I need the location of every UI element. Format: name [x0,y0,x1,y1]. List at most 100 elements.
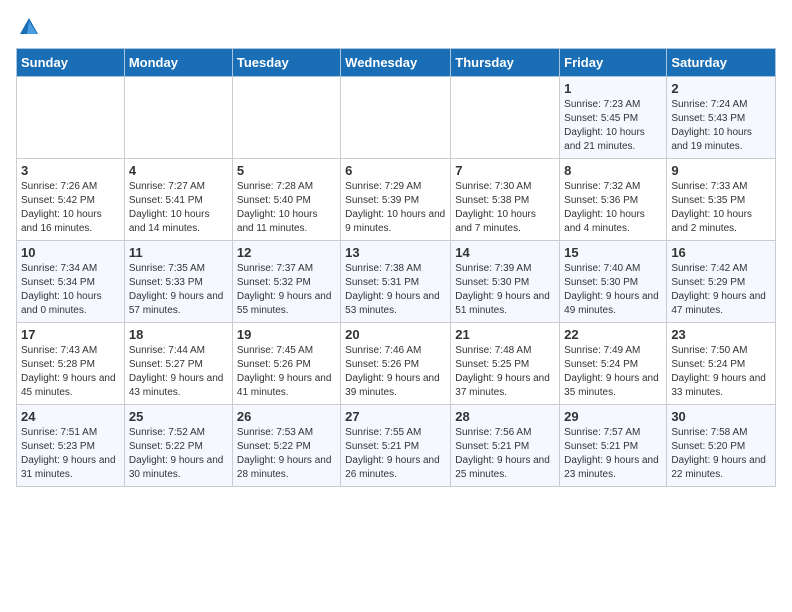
day-info: Sunrise: 7:33 AM Sunset: 5:35 PM Dayligh… [671,180,771,236]
day-number: 3 [21,163,120,178]
day-info: Sunrise: 7:24 AM Sunset: 5:43 PM Dayligh… [671,98,771,154]
day-info: Sunrise: 7:52 AM Sunset: 5:22 PM Dayligh… [129,426,228,482]
calendar-cell: 5 Sunrise: 7:28 AM Sunset: 5:40 PM Daylig… [232,159,340,241]
calendar-cell: 18 Sunrise: 7:44 AM Sunset: 5:27 PM Dayli… [124,323,232,405]
day-number: 16 [671,245,771,260]
weekday-header-monday: Monday [124,49,232,77]
header [16,16,776,38]
day-number: 19 [237,327,336,342]
day-info: Sunrise: 7:27 AM Sunset: 5:41 PM Dayligh… [129,180,228,236]
calendar-week-row: 17 Sunrise: 7:43 AM Sunset: 5:28 PM Dayli… [17,323,776,405]
day-number: 4 [129,163,228,178]
day-info: Sunrise: 7:55 AM Sunset: 5:21 PM Dayligh… [345,426,446,482]
day-info: Sunrise: 7:35 AM Sunset: 5:33 PM Dayligh… [129,262,228,318]
calendar-cell: 17 Sunrise: 7:43 AM Sunset: 5:28 PM Dayli… [17,323,125,405]
logo [16,16,40,38]
day-number: 27 [345,409,446,424]
day-number: 21 [455,327,555,342]
day-info: Sunrise: 7:50 AM Sunset: 5:24 PM Dayligh… [671,344,771,400]
day-info: Sunrise: 7:58 AM Sunset: 5:20 PM Dayligh… [671,426,771,482]
day-number: 8 [564,163,662,178]
calendar-cell: 28Sunrise: 7:56 AM Sunset: 5:21 PM Dayli… [451,405,560,487]
day-info: Sunrise: 7:28 AM Sunset: 5:40 PM Dayligh… [237,180,336,236]
day-number: 29 [564,409,662,424]
day-number: 9 [671,163,771,178]
day-info: Sunrise: 7:51 AM Sunset: 5:23 PM Dayligh… [21,426,120,482]
calendar-cell: 26 Sunrise: 7:53 AM Sunset: 5:22 PM Dayli… [232,405,340,487]
calendar-cell: 20Sunrise: 7:46 AM Sunset: 5:26 PM Dayli… [341,323,451,405]
day-info: Sunrise: 7:49 AM Sunset: 5:24 PM Dayligh… [564,344,662,400]
calendar-cell [124,77,232,159]
day-number: 11 [129,245,228,260]
calendar-cell: 15 Sunrise: 7:40 AM Sunset: 5:30 PM Dayli… [560,241,667,323]
day-number: 15 [564,245,662,260]
calendar-cell: 10 Sunrise: 7:34 AM Sunset: 5:34 PM Dayli… [17,241,125,323]
calendar-cell: 2 Sunrise: 7:24 AM Sunset: 5:43 PM Daylig… [667,77,776,159]
day-number: 23 [671,327,771,342]
day-number: 17 [21,327,120,342]
day-number: 22 [564,327,662,342]
calendar-cell: 22 Sunrise: 7:49 AM Sunset: 5:24 PM Dayli… [560,323,667,405]
weekday-header-sunday: Sunday [17,49,125,77]
calendar-cell [232,77,340,159]
calendar-cell: 9 Sunrise: 7:33 AM Sunset: 5:35 PM Daylig… [667,159,776,241]
weekday-header-friday: Friday [560,49,667,77]
day-info: Sunrise: 7:29 AM Sunset: 5:39 PM Dayligh… [345,180,446,236]
calendar-cell: 21 Sunrise: 7:48 AM Sunset: 5:25 PM Dayli… [451,323,560,405]
day-info: Sunrise: 7:34 AM Sunset: 5:34 PM Dayligh… [21,262,120,318]
day-number: 10 [21,245,120,260]
day-number: 28 [455,409,555,424]
day-info: Sunrise: 7:30 AM Sunset: 5:38 PM Dayligh… [455,180,555,236]
day-info: Sunrise: 7:40 AM Sunset: 5:30 PM Dayligh… [564,262,662,318]
day-info: Sunrise: 7:45 AM Sunset: 5:26 PM Dayligh… [237,344,336,400]
logo-icon [18,16,40,38]
calendar-week-row: 1 Sunrise: 7:23 AM Sunset: 5:45 PM Daylig… [17,77,776,159]
calendar-cell: 19 Sunrise: 7:45 AM Sunset: 5:26 PM Dayli… [232,323,340,405]
weekday-header-row: SundayMondayTuesdayWednesdayThursdayFrid… [17,49,776,77]
calendar-cell: 1 Sunrise: 7:23 AM Sunset: 5:45 PM Daylig… [560,77,667,159]
day-info: Sunrise: 7:26 AM Sunset: 5:42 PM Dayligh… [21,180,120,236]
day-info: Sunrise: 7:44 AM Sunset: 5:27 PM Dayligh… [129,344,228,400]
calendar-cell: 11 Sunrise: 7:35 AM Sunset: 5:33 PM Dayli… [124,241,232,323]
calendar-cell: 13 Sunrise: 7:38 AM Sunset: 5:31 PM Dayli… [341,241,451,323]
day-info: Sunrise: 7:48 AM Sunset: 5:25 PM Dayligh… [455,344,555,400]
calendar-cell [451,77,560,159]
weekday-header-wednesday: Wednesday [341,49,451,77]
calendar-cell: 24 Sunrise: 7:51 AM Sunset: 5:23 PM Dayli… [17,405,125,487]
day-number: 20 [345,327,446,342]
calendar-cell: 8Sunrise: 7:32 AM Sunset: 5:36 PM Daylig… [560,159,667,241]
calendar-cell: 25Sunrise: 7:52 AM Sunset: 5:22 PM Dayli… [124,405,232,487]
day-number: 26 [237,409,336,424]
day-number: 18 [129,327,228,342]
day-number: 1 [564,81,662,96]
day-info: Sunrise: 7:43 AM Sunset: 5:28 PM Dayligh… [21,344,120,400]
day-number: 13 [345,245,446,260]
day-info: Sunrise: 7:23 AM Sunset: 5:45 PM Dayligh… [564,98,662,154]
day-info: Sunrise: 7:38 AM Sunset: 5:31 PM Dayligh… [345,262,446,318]
calendar-week-row: 24 Sunrise: 7:51 AM Sunset: 5:23 PM Dayli… [17,405,776,487]
weekday-header-saturday: Saturday [667,49,776,77]
calendar-cell: 12Sunrise: 7:37 AM Sunset: 5:32 PM Dayli… [232,241,340,323]
calendar-cell [341,77,451,159]
weekday-header-tuesday: Tuesday [232,49,340,77]
calendar-cell: 14 Sunrise: 7:39 AM Sunset: 5:30 PM Dayli… [451,241,560,323]
calendar-cell: 16 Sunrise: 7:42 AM Sunset: 5:29 PM Dayli… [667,241,776,323]
day-info: Sunrise: 7:57 AM Sunset: 5:21 PM Dayligh… [564,426,662,482]
day-info: Sunrise: 7:42 AM Sunset: 5:29 PM Dayligh… [671,262,771,318]
day-number: 2 [671,81,771,96]
day-number: 14 [455,245,555,260]
calendar-cell: 6 Sunrise: 7:29 AM Sunset: 5:39 PM Daylig… [341,159,451,241]
day-info: Sunrise: 7:37 AM Sunset: 5:32 PM Dayligh… [237,262,336,318]
day-number: 5 [237,163,336,178]
day-number: 24 [21,409,120,424]
calendar-cell: 29 Sunrise: 7:57 AM Sunset: 5:21 PM Dayli… [560,405,667,487]
calendar-cell [17,77,125,159]
day-info: Sunrise: 7:53 AM Sunset: 5:22 PM Dayligh… [237,426,336,482]
calendar-week-row: 3 Sunrise: 7:26 AM Sunset: 5:42 PM Daylig… [17,159,776,241]
calendar-cell: 3 Sunrise: 7:26 AM Sunset: 5:42 PM Daylig… [17,159,125,241]
calendar-cell: 23 Sunrise: 7:50 AM Sunset: 5:24 PM Dayli… [667,323,776,405]
weekday-header-thursday: Thursday [451,49,560,77]
day-info: Sunrise: 7:39 AM Sunset: 5:30 PM Dayligh… [455,262,555,318]
day-number: 6 [345,163,446,178]
calendar-cell: 30Sunrise: 7:58 AM Sunset: 5:20 PM Dayli… [667,405,776,487]
